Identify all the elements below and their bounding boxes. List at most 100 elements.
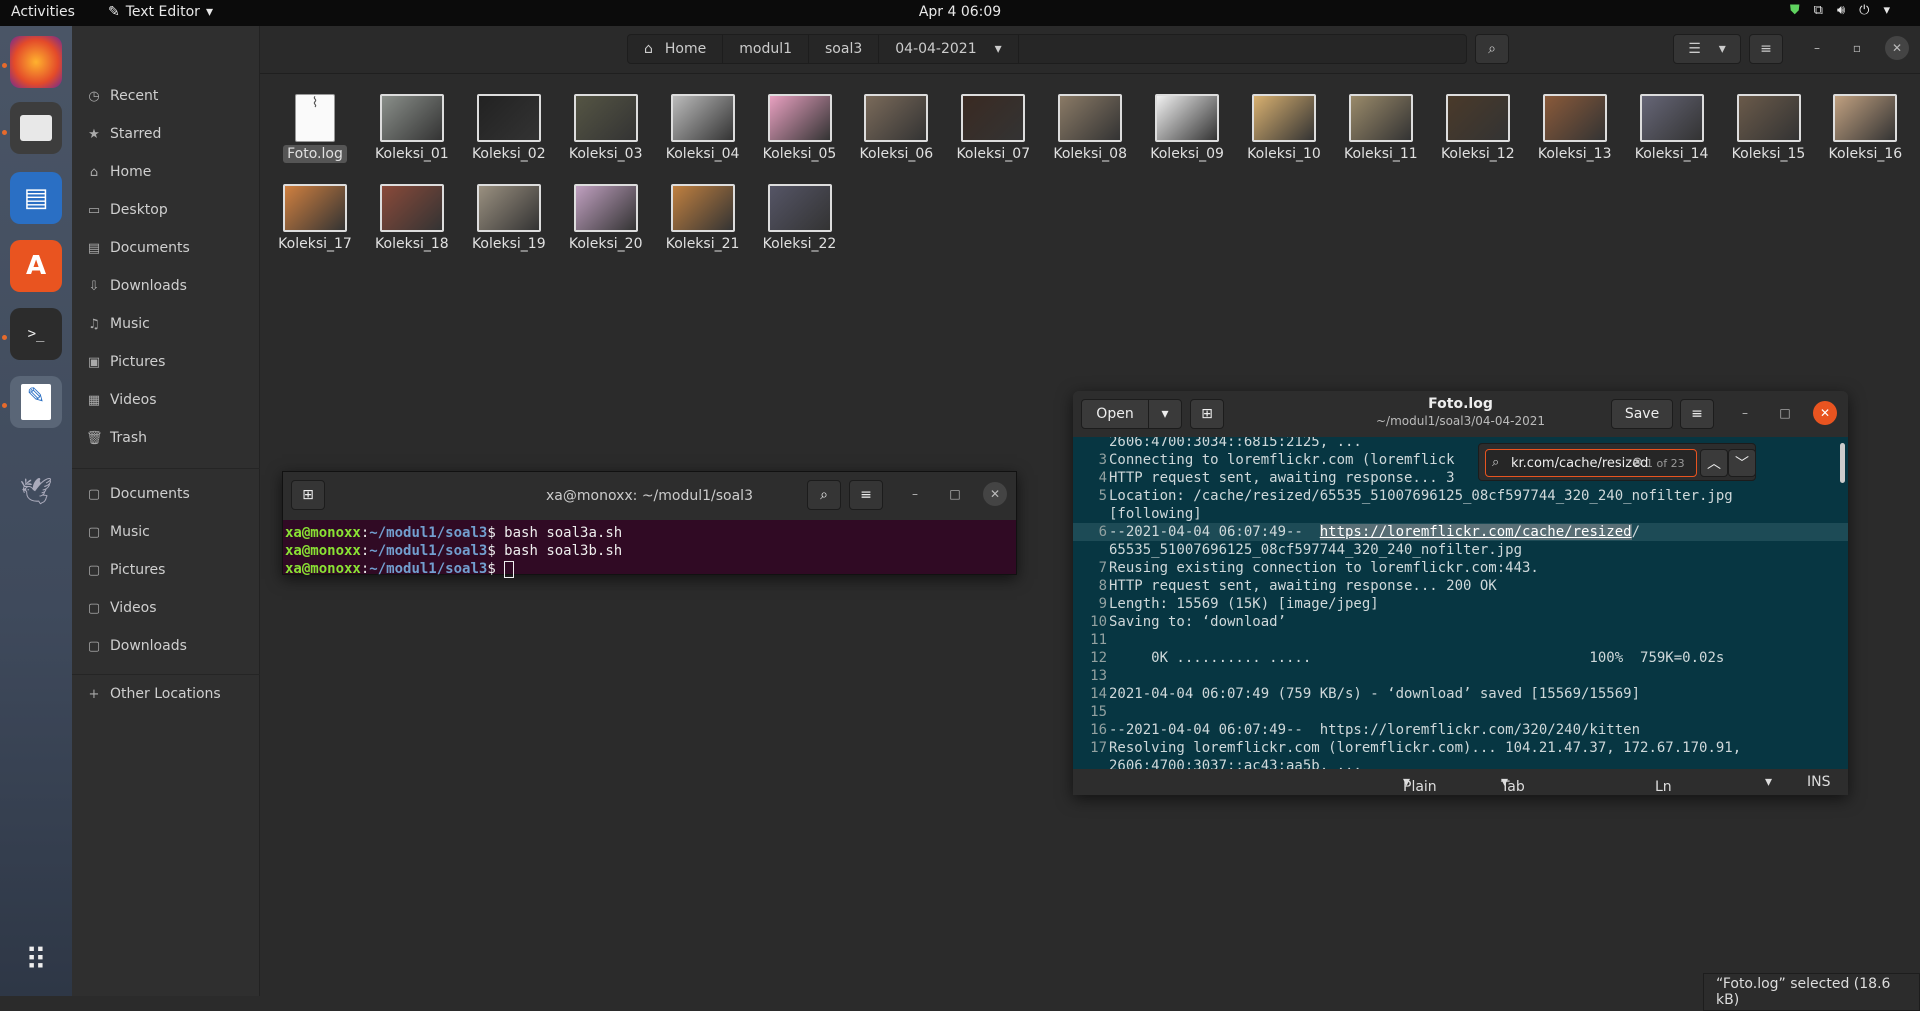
file-item[interactable]: Koleksi_14 (1624, 94, 1720, 163)
file-item[interactable]: Koleksi_12 (1430, 94, 1526, 163)
selection-status: “Foto.log” selected (18.6 kB) (1703, 973, 1920, 1011)
terminal-icon[interactable]: >_ (10, 308, 62, 360)
file-item[interactable]: Koleksi_21 (655, 184, 751, 253)
save-button[interactable]: Save (1611, 399, 1673, 429)
clock[interactable]: Apr 4 06:09 (0, 4, 1920, 20)
file-item[interactable]: Koleksi_19 (461, 184, 557, 253)
firefox-icon[interactable] (10, 36, 62, 88)
code-line: 6 --2021-04-04 06:07:49-- https://loremfl… (1073, 523, 1848, 541)
file-foto-log[interactable]: ⌇ Foto.log (267, 94, 363, 163)
terminal-search-button[interactable]: ⌕ (807, 480, 841, 510)
sidebar-bookmark-pictures[interactable]: ▢ Pictures (86, 556, 166, 584)
tab-width-selector[interactable]: Tab Width: 8 ▾ (1501, 774, 1525, 795)
editor-maximize-button[interactable]: □ (1773, 401, 1797, 425)
sidebar-item-home[interactable]: ⌂ Home (86, 158, 151, 186)
terminal-minimize-button[interactable]: – (903, 482, 927, 506)
search-input[interactable]: ⌕ kr.com/cache/resized ⊗ 1 of 23 (1485, 449, 1697, 477)
sidebar-bookmark-videos[interactable]: ▢ Videos (86, 594, 157, 622)
chevron-down-icon: ▾ (1883, 3, 1890, 18)
view-toggle-button[interactable]: ☰ ▾ (1673, 34, 1741, 64)
file-item[interactable]: Koleksi_16 (1817, 94, 1913, 163)
sidebar-item-recent[interactable]: ◷ Recent (86, 82, 158, 110)
file-item[interactable]: Koleksi_05 (752, 94, 848, 163)
sidebar-item-pictures[interactable]: ▣ Pictures (86, 348, 166, 376)
file-item[interactable]: Koleksi_08 (1042, 94, 1138, 163)
chevron-down-icon[interactable]: ▾ (1765, 774, 1772, 790)
editor-titlebar[interactable]: Open ▾ ⊞ Foto.log ~/modul1/soal3/04-04-2… (1073, 391, 1848, 437)
sidebar-item-downloads[interactable]: ⇩ Downloads (86, 272, 187, 300)
file-item[interactable]: Koleksi_10 (1236, 94, 1332, 163)
crumb-modul1[interactable]: modul1 (723, 35, 809, 63)
editor-menu-button[interactable]: ≡ (1680, 399, 1714, 429)
terminal-maximize-button[interactable]: □ (943, 482, 967, 506)
file-item[interactable]: Koleksi_04 (655, 94, 751, 163)
code-line: 65535_51007696125_08cf597744_320_240_nof… (1073, 541, 1848, 559)
search-previous-button[interactable]: ︿ (1700, 449, 1728, 477)
editor-close-button[interactable]: ✕ (1813, 401, 1837, 425)
sidebar-bookmark-downloads[interactable]: ▢ Downloads (86, 632, 187, 660)
close-button[interactable]: ✕ (1885, 36, 1909, 60)
running-indicator (2, 63, 7, 68)
writer-icon[interactable]: ▤ (10, 172, 62, 224)
text-editor-dock-icon[interactable]: ✎ (10, 376, 62, 428)
editor-minimize-button[interactable]: – (1733, 401, 1757, 425)
language-selector[interactable]: Plain Text ▾ (1403, 774, 1437, 795)
file-item[interactable]: Koleksi_17 (267, 184, 363, 253)
search-icon: ⌕ (820, 487, 828, 503)
software-icon[interactable]: A (10, 240, 62, 292)
crumb-home[interactable]: ⌂ Home (628, 35, 724, 63)
terminal-close-button[interactable]: ✕ (983, 482, 1007, 506)
file-item[interactable]: Koleksi_15 (1721, 94, 1817, 163)
scrollbar[interactable] (1840, 443, 1845, 483)
file-item[interactable]: Koleksi_06 (848, 94, 944, 163)
sidebar-item-documents[interactable]: ▤ Documents (86, 234, 190, 262)
minimize-button[interactable]: – (1805, 36, 1829, 60)
sidebar-bookmark-documents[interactable]: ▢ Documents (86, 480, 190, 508)
crumb-soal3[interactable]: soal3 (809, 35, 880, 63)
terminal-output[interactable]: xa@monoxx:~/modul1/soal3$ bash soal3a.sh… (283, 520, 1016, 582)
system-tray[interactable]: ⛊ ⧉ 🔊︎ ⏻ ▾ (1790, 3, 1890, 18)
search-next-button[interactable]: ﹀ (1728, 449, 1756, 477)
file-item[interactable]: Koleksi_18 (364, 184, 460, 253)
terminal-menu-button[interactable]: ≡ (849, 480, 883, 510)
file-item[interactable]: Koleksi_09 (1139, 94, 1235, 163)
files-icon[interactable] (10, 102, 62, 154)
menu-button[interactable]: ≡ (1749, 34, 1783, 64)
maximize-button[interactable]: ▫ (1845, 36, 1869, 60)
sidebar-item-videos[interactable]: ▦ Videos (86, 386, 157, 414)
search-button[interactable]: ⌕ (1475, 34, 1509, 64)
search-bar: ⌕ kr.com/cache/resized ⊗ 1 of 23 ︿ ﹀ (1478, 443, 1756, 481)
app-menu[interactable]: ✎ Text Editor ▾ (108, 4, 213, 20)
file-item[interactable]: Koleksi_02 (461, 94, 557, 163)
new-tab-button[interactable]: ⊞ (291, 480, 325, 510)
sidebar-item-music[interactable]: ♫ Music (86, 310, 150, 338)
image-thumbnail (767, 94, 832, 142)
file-item[interactable]: Koleksi_13 (1527, 94, 1623, 163)
sidebar-item-desktop[interactable]: ▭ Desktop (86, 196, 168, 224)
file-item[interactable]: Koleksi_22 (752, 184, 848, 253)
file-name: Koleksi_17 (278, 236, 352, 252)
line-number: 4 (1098, 470, 1107, 486)
file-item[interactable]: Koleksi_03 (558, 94, 654, 163)
sidebar-bookmark-music[interactable]: ▢ Music (86, 518, 150, 546)
terminal-window[interactable]: ⊞ xa@monoxx: ~/modul1/soal3 ⌕ ≡ – □ ✕ xa… (282, 471, 1017, 578)
code-line: [following] (1073, 505, 1848, 523)
caret-down-icon: ▾ (1718, 41, 1726, 57)
file-item[interactable]: Koleksi_20 (558, 184, 654, 253)
sidebar-item-trash[interactable]: 🗑︎ Trash (86, 424, 147, 452)
code-view[interactable]: 2606:4700:3034::6815:2125, ... 3 Connectin… (1073, 437, 1848, 769)
file-item[interactable]: Koleksi_07 (945, 94, 1041, 163)
crumb-date[interactable]: 04-04-2021 ▾ (879, 35, 1019, 63)
caret-down-icon: ▾ (994, 41, 1002, 57)
file-item[interactable]: Koleksi_11 (1333, 94, 1429, 163)
app-grid-icon[interactable]: ⠿ (10, 934, 62, 986)
sidebar-item-other-locations[interactable]: + Other Locations (86, 680, 221, 708)
terminal-titlebar[interactable]: ⊞ xa@monoxx: ~/modul1/soal3 ⌕ ≡ – □ ✕ (283, 472, 1016, 520)
files-header-bar: ‹ › ⌂Home modul1 soal3 04-04-2021▾ ⌕ ☰▾ … (72, 26, 1920, 74)
sidebar-item-starred[interactable]: ★ Starred (86, 120, 161, 148)
file-item[interactable]: Koleksi_01 (364, 94, 460, 163)
new-tab-icon: ⊞ (302, 487, 314, 503)
text-editor-window[interactable]: Open ▾ ⊞ Foto.log ~/modul1/soal3/04-04-2… (1073, 391, 1848, 795)
activities-button[interactable]: Activities (11, 4, 75, 20)
clear-icon[interactable]: ⊗ (1632, 455, 1643, 470)
